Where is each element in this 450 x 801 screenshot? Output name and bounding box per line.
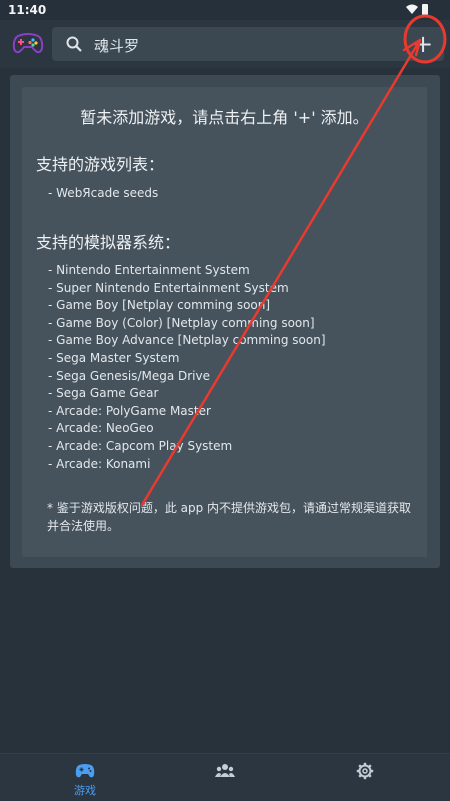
copyright-disclaimer: * 鉴于游戏版权问题，此 app 内不提供游戏包，请通过常规渠道获取并合法使用。 — [47, 501, 412, 533]
nav-item-games[interactable]: 游戏 — [10, 754, 160, 801]
empty-state-card-content: 暂未添加游戏，请点击右上角 '+' 添加。 支持的游戏列表： - WebЯcad… — [22, 87, 427, 557]
list-item: - WebЯcade seeds — [48, 186, 159, 200]
group-icon — [215, 764, 235, 777]
list-item: - Game Boy (Color) [Netplay comming soon… — [48, 315, 315, 330]
nav-item-settings[interactable] — [290, 754, 440, 801]
bottom-navigation: 游戏 — [0, 753, 450, 801]
list-item: - Nintendo Entertainment System — [48, 263, 250, 277]
search-input[interactable] — [92, 33, 396, 57]
wifi-icon — [406, 4, 418, 14]
gamepad-icon — [75, 764, 95, 778]
add-game-button[interactable]: + — [406, 27, 440, 61]
supported-games-heading: 支持的游戏列表： — [36, 155, 165, 174]
empty-state-title: 暂未添加游戏，请点击右上角 '+' 添加。 — [80, 108, 369, 127]
status-bar: 11:40 — [0, 0, 450, 20]
status-time: 11:40 — [8, 3, 47, 17]
search-bar — [52, 27, 444, 61]
list-item: - Game Boy Advance [Netplay comming soon… — [48, 333, 326, 348]
supported-systems-list: - Nintendo Entertainment System - Super … — [48, 262, 326, 473]
nav-label-games: 游戏 — [74, 784, 96, 797]
supported-systems-heading: 支持的模拟器系统： — [36, 233, 181, 252]
list-item: - Super Nintendo Entertainment System — [48, 280, 289, 295]
battery-icon — [422, 4, 428, 15]
list-item: - Arcade: PolyGame Master — [48, 403, 211, 418]
list-item: - Game Boy [Netplay comming soon] — [48, 298, 271, 313]
supported-games-list: - WebЯcade seeds — [48, 185, 158, 203]
list-item: - Sega Master System — [48, 350, 180, 365]
app-bar: + — [0, 20, 450, 68]
gear-icon — [356, 762, 374, 780]
list-item: - Arcade: NeoGeo — [48, 421, 154, 436]
list-item: - Arcade: Konami — [48, 456, 151, 471]
list-item: - Sega Genesis/Mega Drive — [48, 368, 210, 383]
list-item: - Arcade: Capcom Play System — [48, 438, 233, 453]
nav-item-players[interactable] — [150, 754, 300, 801]
search-icon — [66, 36, 82, 52]
list-item: - Sega Game Gear — [48, 386, 159, 401]
gamepad-logo-icon[interactable] — [12, 30, 44, 56]
